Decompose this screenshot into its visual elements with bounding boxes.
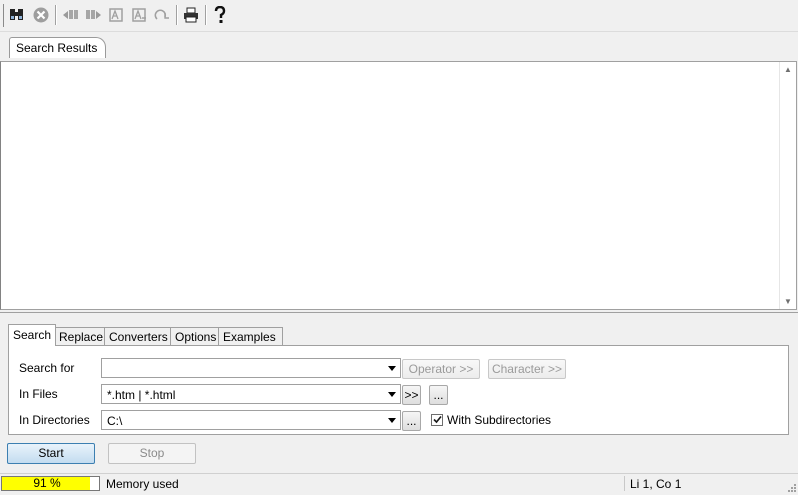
with-subdirectories-label[interactable]: With Subdirectories <box>447 413 551 427</box>
insert-pattern-button[interactable]: >> <box>402 385 421 405</box>
browse-directory-button[interactable]: ... <box>402 411 421 431</box>
edit-icon <box>107 7 125 23</box>
chevron-down-icon[interactable] <box>386 387 398 401</box>
tab-label: Replace <box>59 330 104 344</box>
checkmark-icon <box>432 413 442 427</box>
toolbar-separator <box>55 5 57 25</box>
memory-meter: 91 % <box>1 476 100 491</box>
stop-circle-icon <box>32 6 50 24</box>
in-files-label: In Files <box>19 387 58 401</box>
pane-splitter[interactable] <box>0 312 798 317</box>
tab-replace[interactable]: Replace <box>54 327 110 346</box>
operator-button[interactable]: Operator >> <box>402 359 480 379</box>
find-next-button[interactable] <box>82 4 104 26</box>
results-tabbar: Search Results <box>0 31 798 61</box>
print-icon <box>182 7 200 23</box>
results-scrollbar[interactable]: ▲ ▼ <box>779 62 796 309</box>
binoculars-icon <box>8 7 26 23</box>
tab-label: Search <box>13 328 52 342</box>
help-icon <box>213 6 227 24</box>
tab-label: Options <box>175 330 217 344</box>
edit-button[interactable] <box>105 4 127 26</box>
chevron-down-icon[interactable] <box>386 361 398 375</box>
tab-examples[interactable]: Examples <box>218 327 283 346</box>
find-button[interactable] <box>6 4 28 26</box>
search-for-combo[interactable] <box>101 358 401 378</box>
undo-icon <box>153 7 171 23</box>
undo-button[interactable] <box>151 4 173 26</box>
tab-search-results[interactable]: Search Results <box>9 37 107 58</box>
in-files-value: *.htm | *.html <box>107 388 176 402</box>
help-button[interactable] <box>209 4 231 26</box>
tab-label: Examples <box>223 330 276 344</box>
search-results-pane[interactable]: ▲ ▼ <box>0 61 797 310</box>
search-for-label: Search for <box>19 361 75 375</box>
tab-label: Converters <box>109 330 168 344</box>
tab-options[interactable]: Options <box>170 327 224 346</box>
search-options-panel: Search for Operator >> Character >> In F… <box>8 345 789 435</box>
memory-percent: 91 % <box>33 476 61 490</box>
tab-search[interactable]: Search <box>8 324 56 346</box>
in-directories-combo[interactable]: C:\ <box>101 410 401 430</box>
with-subdirectories-checkbox[interactable] <box>431 414 443 426</box>
status-bar: 91 % Memory used Li 1, Co 1 <box>0 473 798 493</box>
toolbar-grip[interactable] <box>3 4 4 27</box>
status-divider <box>624 476 625 491</box>
browse-files-button[interactable]: ... <box>429 385 448 405</box>
cancel-button[interactable] <box>30 4 52 26</box>
scroll-down-icon[interactable]: ▼ <box>784 297 792 306</box>
in-files-combo[interactable]: *.htm | *.html <box>101 384 401 404</box>
resize-grip-icon[interactable] <box>786 481 796 492</box>
replace-icon <box>130 7 148 23</box>
find-next-icon <box>84 7 102 23</box>
tab-label: Search Results <box>16 41 98 55</box>
stop-button[interactable]: Stop <box>108 443 196 464</box>
print-button[interactable] <box>180 4 202 26</box>
replace-button[interactable] <box>128 4 150 26</box>
memory-label: Memory used <box>106 477 179 491</box>
find-previous-icon <box>62 7 80 23</box>
toolbar-separator <box>205 5 207 25</box>
in-directories-value: C:\ <box>107 414 123 428</box>
scroll-up-icon[interactable]: ▲ <box>784 65 792 74</box>
in-directories-label: In Directories <box>19 413 90 427</box>
chevron-down-icon[interactable] <box>386 413 398 427</box>
start-button[interactable]: Start <box>7 443 95 464</box>
toolbar <box>0 0 798 32</box>
toolbar-separator <box>176 5 178 25</box>
character-button[interactable]: Character >> <box>488 359 566 379</box>
cursor-position: Li 1, Co 1 <box>630 477 682 491</box>
find-previous-button[interactable] <box>60 4 82 26</box>
tab-converters[interactable]: Converters <box>104 327 176 346</box>
